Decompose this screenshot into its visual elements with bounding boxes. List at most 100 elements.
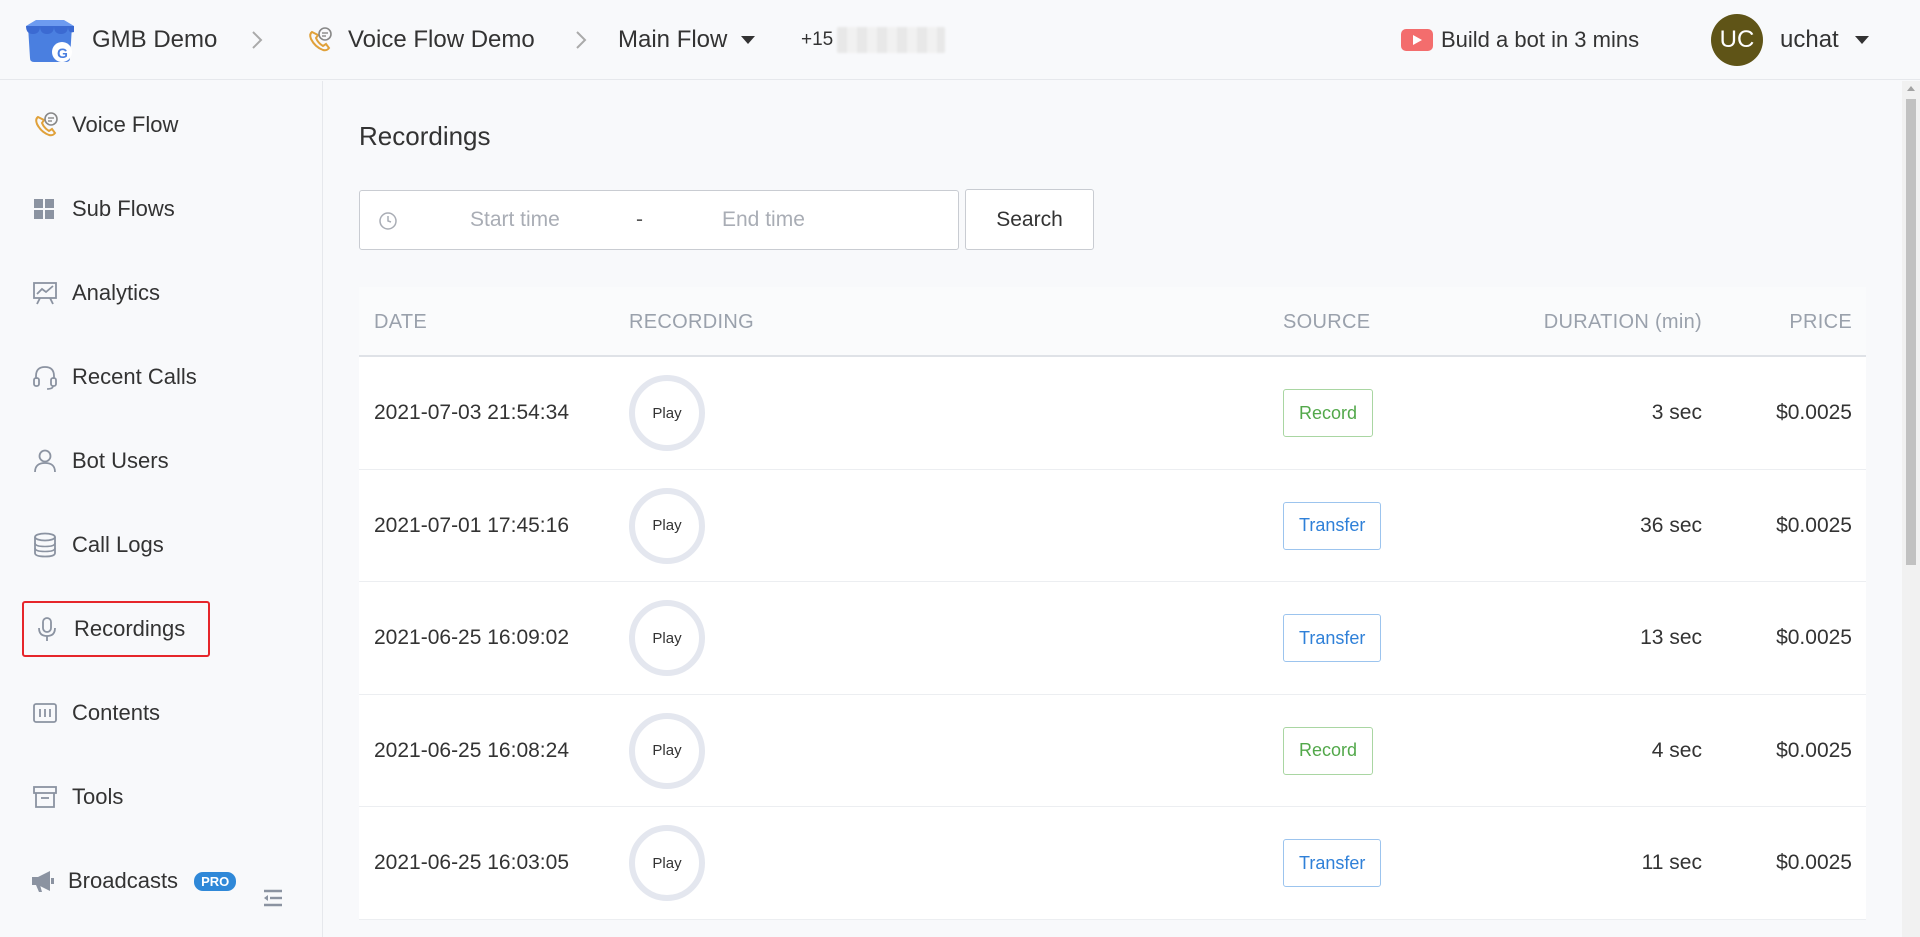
sidebar-item-label: Recordings	[74, 616, 186, 641]
play-button[interactable]: Play	[629, 600, 705, 677]
sidebar: Voice Flow Sub Flows Analytics Recent Ca…	[0, 81, 323, 937]
workspace-name[interactable]: GMB Demo	[92, 0, 217, 80]
sidebar-item-label: Call Logs	[72, 532, 164, 557]
column-header-date[interactable]: DATE	[374, 287, 427, 357]
duration-cell: 3 sec	[1651, 401, 1702, 424]
database-icon	[22, 532, 72, 558]
user-icon	[22, 448, 72, 474]
phone-chat-icon	[309, 27, 332, 52]
megaphone-icon	[22, 868, 68, 894]
sidebar-item-tools[interactable]: Tools	[22, 769, 123, 825]
sidebar-item-label: Bot Users	[72, 448, 169, 473]
contents-icon	[22, 700, 72, 726]
svg-text:G: G	[57, 45, 68, 61]
sidebar-item-sub-flows[interactable]: Sub Flows	[22, 181, 175, 237]
top-bar: G GMB Demo Voice Flow Demo Main Flow +15…	[0, 0, 1920, 80]
youtube-icon	[1401, 29, 1433, 51]
column-header-price: PRICE	[1789, 310, 1852, 333]
date-cell: 2021-07-01 17:45:16	[374, 513, 569, 537]
sidebar-item-broadcasts[interactable]: Broadcasts PRO	[22, 853, 237, 909]
collapse-sidebar-icon[interactable]	[262, 888, 284, 908]
sidebar-item-voice-flow[interactable]: Voice Flow	[22, 97, 178, 153]
current-flow-label: Main Flow	[618, 26, 728, 53]
gmb-logo-icon[interactable]: G	[24, 18, 76, 64]
sidebar-item-analytics[interactable]: Analytics	[22, 265, 160, 321]
sidebar-item-contents[interactable]: Contents	[22, 685, 160, 741]
source-tag: Record	[1283, 726, 1374, 775]
date-cell: 2021-07-03 21:54:34	[374, 401, 569, 424]
price-cell: $0.0025	[1776, 851, 1852, 875]
sidebar-item-label: Voice Flow	[72, 112, 179, 137]
phone-number[interactable]: +15	[801, 0, 946, 80]
user-menu[interactable]: UC uchat	[1711, 0, 1869, 80]
date-range-picker[interactable]: Start time - End time	[359, 190, 959, 250]
search-button[interactable]: Search	[965, 189, 1094, 250]
pro-badge: PRO	[194, 871, 237, 891]
main-content: Recordings Start time - End time Search …	[324, 81, 1902, 937]
microphone-icon	[24, 616, 74, 642]
sidebar-item-recent-calls[interactable]: Recent Calls	[22, 349, 197, 405]
date-cell: 2021-06-25 16:03:05	[374, 851, 569, 875]
source-tag: Transfer	[1283, 501, 1382, 550]
sidebar-item-label: Broadcasts	[68, 868, 179, 893]
avatar: UC	[1711, 14, 1763, 66]
flow-name[interactable]: Voice Flow Demo	[348, 0, 535, 80]
duration-cell: 4 sec	[1651, 738, 1702, 762]
sidebar-item-label: Recent Calls	[72, 364, 197, 389]
caret-down-icon	[1854, 36, 1869, 44]
archive-box-icon	[22, 784, 72, 810]
column-header-duration: DURATION (min)	[1543, 310, 1702, 333]
start-time-input[interactable]: Start time	[470, 208, 560, 232]
table-row: 2021-06-25 16:03:05 Play Transfer 11 sec…	[359, 807, 1866, 920]
table-row: 2021-07-01 17:45:16 Play Transfer 36 sec…	[359, 470, 1866, 583]
page-title: Recordings	[359, 121, 491, 151]
chart-board-icon	[22, 280, 72, 306]
sidebar-item-recordings[interactable]: Recordings	[22, 601, 210, 657]
duration-cell: 36 sec	[1640, 513, 1702, 537]
play-button[interactable]: Play	[629, 375, 705, 451]
play-button[interactable]: Play	[629, 825, 705, 902]
source-tag: Record	[1283, 389, 1374, 437]
date-cell: 2021-06-25 16:08:24	[374, 738, 569, 762]
breadcrumb-chevron-icon	[252, 31, 263, 49]
sidebar-item-label: Tools	[72, 784, 124, 809]
phone-prefix: +15	[801, 29, 834, 50]
user-name: uchat	[1780, 26, 1839, 53]
sidebar-item-label: Contents	[72, 700, 161, 725]
table-row: 2021-07-03 21:54:34 Play Record 3 sec $0…	[359, 357, 1866, 470]
sidebar-item-label: Analytics	[72, 280, 161, 305]
tutorial-link[interactable]: Build a bot in 3 mins	[1401, 0, 1639, 80]
price-cell: $0.0025	[1776, 626, 1852, 650]
tutorial-link-label: Build a bot in 3 mins	[1441, 27, 1640, 52]
duration-cell: 11 sec	[1641, 851, 1702, 875]
play-button[interactable]: Play	[629, 487, 705, 564]
scrollbar-thumb[interactable]	[1906, 99, 1916, 565]
play-button[interactable]: Play	[629, 712, 705, 789]
table-header: DATE RECORDING SOURCE DURATION (min) PRI…	[359, 287, 1866, 357]
sidebar-item-bot-users[interactable]: Bot Users	[22, 433, 169, 489]
phone-number-redacted	[837, 27, 946, 53]
headset-icon	[22, 364, 72, 390]
table-row: 2021-06-25 16:08:24 Play Record 4 sec $0…	[359, 695, 1866, 808]
grid-icon	[22, 197, 72, 221]
source-tag: Transfer	[1283, 839, 1382, 888]
range-separator: -	[636, 208, 643, 231]
duration-cell: 13 sec	[1640, 626, 1702, 650]
phone-chat-icon	[22, 111, 72, 139]
table-row: 2021-06-25 16:09:02 Play Transfer 13 sec…	[359, 582, 1866, 695]
end-time-input[interactable]: End time	[722, 208, 805, 232]
price-cell: $0.0025	[1776, 513, 1852, 537]
vertical-scrollbar[interactable]	[1902, 81, 1920, 937]
sidebar-item-call-logs[interactable]: Call Logs	[22, 517, 164, 573]
flow-selector[interactable]: Main Flow	[618, 0, 756, 80]
price-cell: $0.0025	[1776, 738, 1852, 762]
source-tag: Transfer	[1283, 614, 1382, 663]
caret-down-icon	[741, 36, 756, 44]
price-cell: $0.0025	[1776, 401, 1852, 424]
clock-icon	[379, 212, 397, 230]
sidebar-item-label: Sub Flows	[72, 196, 175, 221]
recordings-table: DATE RECORDING SOURCE DURATION (min) PRI…	[359, 287, 1866, 920]
date-cell: 2021-06-25 16:09:02	[374, 626, 569, 650]
scroll-up-arrow-icon[interactable]	[1907, 86, 1915, 91]
column-header-source: SOURCE	[1283, 310, 1371, 333]
